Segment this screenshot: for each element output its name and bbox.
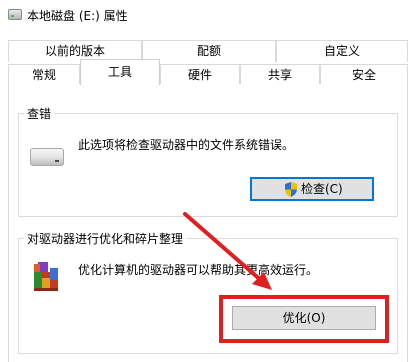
- error-check-group-label: 查错: [24, 105, 55, 122]
- tab-label: 共享: [267, 68, 292, 82]
- tab-label: 自定义: [323, 44, 360, 58]
- tab-general[interactable]: 常规: [8, 64, 80, 84]
- tab-label: 常规: [31, 68, 56, 82]
- tab-customize[interactable]: 自定义: [276, 40, 408, 62]
- tab-label: 工具: [107, 65, 132, 79]
- tab-security[interactable]: 安全: [320, 64, 408, 84]
- tab-sharing[interactable]: 共享: [240, 64, 320, 84]
- shield-icon: [285, 182, 297, 197]
- error-check-group: [18, 113, 398, 217]
- error-check-description: 此选项将检查驱动器中的文件系统错误。: [78, 138, 295, 152]
- tab-tools[interactable]: 工具: [80, 59, 160, 85]
- optimize-description: 优化计算机的驱动器可以帮助其更高效运行。: [78, 263, 319, 277]
- tab-label: 安全: [351, 68, 376, 82]
- tab-label: 硬件: [187, 68, 212, 82]
- highlight-box: [219, 295, 389, 343]
- check-button-label: 检查(C): [301, 182, 343, 196]
- tab-row-bottom: 常规 工具 硬件 共享 安全: [0, 59, 416, 85]
- tab-quota[interactable]: 配额: [142, 40, 276, 62]
- drive-icon: [30, 148, 64, 166]
- window-title: 本地磁盘 (E:) 属性: [27, 9, 128, 23]
- tab-hardware[interactable]: 硬件: [160, 64, 240, 84]
- title-bar: 本地磁盘 (E:) 属性: [0, 0, 416, 30]
- tab-label: 配额: [196, 44, 221, 58]
- drive-title-icon: [8, 9, 22, 20]
- check-button[interactable]: 检查(C): [250, 177, 374, 201]
- tab-label: 以前的版本: [44, 44, 105, 58]
- defrag-icon: [34, 262, 58, 291]
- tab-row-top: 以前的版本 配额 自定义: [0, 40, 416, 62]
- optimize-group-label: 对驱动器进行优化和碎片整理: [24, 230, 187, 247]
